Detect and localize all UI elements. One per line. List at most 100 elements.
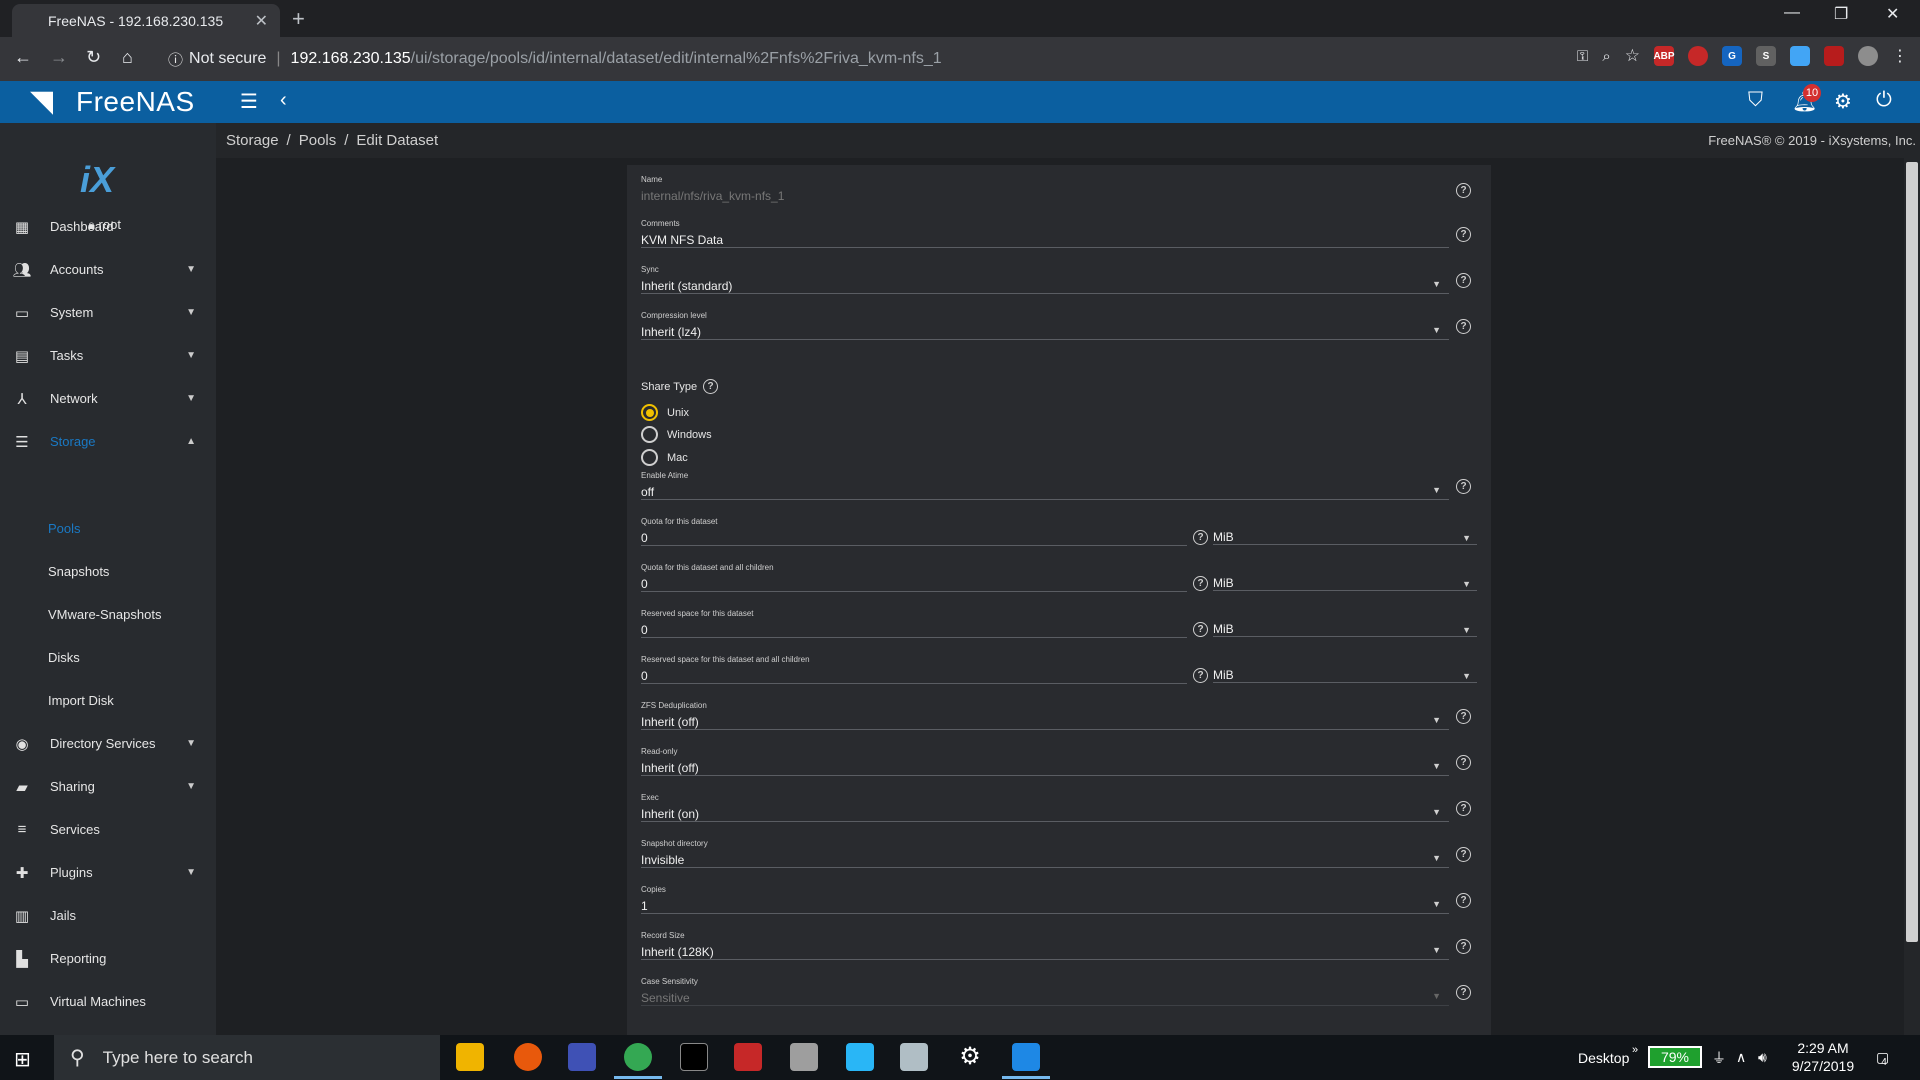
- sidebar-item-reporting[interactable]: ▙ Reporting: [0, 937, 216, 980]
- tasks-status-icon[interactable]: ⛉: [1748, 89, 1763, 112]
- zoom-icon[interactable]: ⌕: [1602, 48, 1610, 65]
- reserved-children-input[interactable]: 0: [641, 666, 1187, 683]
- restore-icon[interactable]: ❐: [1834, 4, 1848, 24]
- extension-red-icon[interactable]: [1688, 46, 1708, 66]
- breadcrumb-storage[interactable]: Storage: [226, 132, 279, 149]
- remote-desktop-icon[interactable]: [846, 1043, 874, 1071]
- share-type-windows-radio[interactable]: Windows: [641, 426, 712, 443]
- sidebar-item-virtual-machines[interactable]: ▭ Virtual Machines: [0, 980, 216, 1023]
- reserved-children-unit-select[interactable]: MiB ▼: [1213, 666, 1477, 683]
- sidebar-item-tasks[interactable]: ▤ Tasks ▼: [0, 334, 216, 377]
- help-icon[interactable]: ?: [1456, 479, 1471, 494]
- cloud-icon[interactable]: [1790, 46, 1810, 66]
- back-icon[interactable]: ←: [14, 47, 32, 68]
- hamburger-menu-icon[interactable]: ☰: [240, 89, 258, 114]
- help-icon[interactable]: ?: [1456, 755, 1471, 770]
- menu-dots-icon[interactable]: ⋮: [1892, 46, 1908, 66]
- tray-expand-icon[interactable]: ∧: [1736, 1035, 1746, 1080]
- forward-icon[interactable]: →: [50, 47, 68, 68]
- power-plug-icon[interactable]: ⏚: [1712, 1035, 1726, 1080]
- close-tab-icon[interactable]: ✕: [255, 11, 268, 31]
- dedup-select[interactable]: ZFS Deduplication Inherit (off) ▼ ?: [641, 701, 1471, 730]
- compression-select[interactable]: Compression level Inherit (lz4) ▼ ?: [641, 311, 1471, 340]
- app-grey-icon[interactable]: [790, 1043, 818, 1071]
- firefox-icon[interactable]: [514, 1043, 542, 1071]
- help-icon[interactable]: ?: [1456, 939, 1471, 954]
- share-type-mac-radio[interactable]: Mac: [641, 449, 688, 466]
- help-icon[interactable]: ?: [1456, 319, 1471, 334]
- exec-select[interactable]: Exec Inherit (on) ▼ ?: [641, 793, 1471, 822]
- chevron-right-icon[interactable]: »: [1632, 1027, 1638, 1072]
- translate-icon[interactable]: G: [1722, 46, 1742, 66]
- battery-indicator[interactable]: 79%: [1648, 1046, 1702, 1068]
- help-icon[interactable]: ?: [1193, 576, 1208, 591]
- help-icon[interactable]: ?: [1456, 985, 1471, 1000]
- settings-icon[interactable]: ⚙: [956, 1043, 984, 1071]
- profile-avatar[interactable]: [1858, 46, 1878, 66]
- star-icon[interactable]: ☆: [1625, 46, 1640, 66]
- quota-children-unit-select[interactable]: MiB ▼: [1213, 574, 1477, 591]
- sidebar-subitem-pools[interactable]: Pools: [48, 521, 81, 536]
- copies-select[interactable]: Copies 1 ▼ ?: [641, 885, 1471, 914]
- atime-select[interactable]: Enable Atime off ▼ ?: [641, 471, 1471, 500]
- help-icon[interactable]: ?: [1456, 709, 1471, 724]
- sync-select[interactable]: Sync Inherit (standard) ▼ ?: [641, 265, 1471, 294]
- help-icon[interactable]: ?: [1456, 893, 1471, 908]
- close-window-icon[interactable]: ✕: [1886, 4, 1899, 24]
- desktop-toolbar[interactable]: Desktop: [1578, 1035, 1629, 1080]
- network-app-icon[interactable]: [568, 1043, 596, 1071]
- reserved-unit-select[interactable]: MiB ▼: [1213, 620, 1477, 637]
- quota-input[interactable]: 0: [641, 528, 1187, 545]
- url-field[interactable]: ⓘ Not secure | 192.168.230.135/ui/storag…: [168, 46, 942, 72]
- sidebar-item-network[interactable]: ⅄ Network ▼: [0, 377, 216, 420]
- comments-input[interactable]: KVM NFS Data: [641, 230, 1471, 247]
- quota-children-input[interactable]: 0: [641, 574, 1187, 591]
- taskbar-search[interactable]: ⚲ Type here to search: [54, 1035, 440, 1080]
- help-icon[interactable]: ?: [1193, 530, 1208, 545]
- breadcrumb-pools[interactable]: Pools: [299, 132, 337, 149]
- settings-gear-icon[interactable]: ⚙: [1834, 89, 1852, 114]
- collapse-chevron-icon[interactable]: ‹: [280, 89, 287, 112]
- help-icon[interactable]: ?: [1193, 622, 1208, 637]
- notepad-icon[interactable]: [900, 1043, 928, 1071]
- help-icon[interactable]: ?: [1456, 273, 1471, 288]
- new-tab-icon[interactable]: +: [292, 6, 305, 32]
- browser-tab[interactable]: FreeNAS - 192.168.230.135 ✕: [12, 4, 280, 37]
- taskbar-clock[interactable]: 2:29 AM 9/27/2019: [1788, 1039, 1858, 1075]
- readonly-select[interactable]: Read-only Inherit (off) ▼ ?: [641, 747, 1471, 776]
- sidebar-item-directory-services[interactable]: ◉ Directory Services ▼: [0, 722, 216, 765]
- file-explorer-icon[interactable]: [456, 1043, 484, 1071]
- sidebar-subitem-snapshots[interactable]: Snapshots: [48, 564, 109, 579]
- sidebar-item-jails[interactable]: ▥ Jails: [0, 894, 216, 937]
- chrome-icon[interactable]: [614, 1043, 662, 1079]
- sidebar-item-accounts[interactable]: 👥︎ Accounts ▼: [0, 248, 216, 291]
- action-center-icon[interactable]: ▢ 4: [1876, 1035, 1889, 1080]
- sidebar-item-plugins[interactable]: ✚ Plugins ▼: [0, 851, 216, 894]
- terminal-icon[interactable]: [680, 1043, 708, 1071]
- help-icon[interactable]: ?: [1456, 801, 1471, 816]
- sidebar-subitem-import-disk[interactable]: Import Disk: [48, 693, 114, 708]
- sidebar-item-storage[interactable]: ☰ Storage ▲: [0, 420, 216, 463]
- volume-icon[interactable]: 🔊︎: [1758, 1035, 1767, 1080]
- app-red-icon[interactable]: [734, 1043, 762, 1071]
- share-type-unix-radio[interactable]: Unix: [641, 404, 689, 421]
- scrollbar-thumb[interactable]: [1906, 162, 1918, 942]
- help-icon[interactable]: ?: [1456, 847, 1471, 862]
- sidebar-item-services[interactable]: ≡ Services: [0, 808, 216, 851]
- sidebar-subitem-vmware-snapshots[interactable]: VMware-Snapshots: [48, 607, 161, 622]
- help-icon[interactable]: ?: [1456, 227, 1471, 242]
- home-icon[interactable]: ⌂: [122, 47, 133, 68]
- sidebar-item-sharing[interactable]: ▰ Sharing ▼: [0, 765, 216, 808]
- reserved-input[interactable]: 0: [641, 620, 1187, 637]
- snapdir-select[interactable]: Snapshot directory Invisible ▼ ?: [641, 839, 1471, 868]
- freenas-logo[interactable]: ◥ FreeNAS: [30, 85, 195, 119]
- windows-start-icon[interactable]: ⊞: [14, 1047, 31, 1072]
- key-icon[interactable]: ⚿: [1577, 48, 1588, 65]
- sidebar-item-system[interactable]: ▭ System ▼: [0, 291, 216, 334]
- sidebar-subitem-disks[interactable]: Disks: [48, 650, 80, 665]
- pdf-icon[interactable]: [1824, 46, 1844, 66]
- comments-field[interactable]: Comments KVM NFS Data ?: [641, 219, 1471, 248]
- help-icon[interactable]: ?: [1193, 668, 1208, 683]
- recordsize-select[interactable]: Record Size Inherit (128K) ▼ ?: [641, 931, 1471, 960]
- sidebar-item-dashboard[interactable]: ▦ Dashboard: [0, 205, 216, 248]
